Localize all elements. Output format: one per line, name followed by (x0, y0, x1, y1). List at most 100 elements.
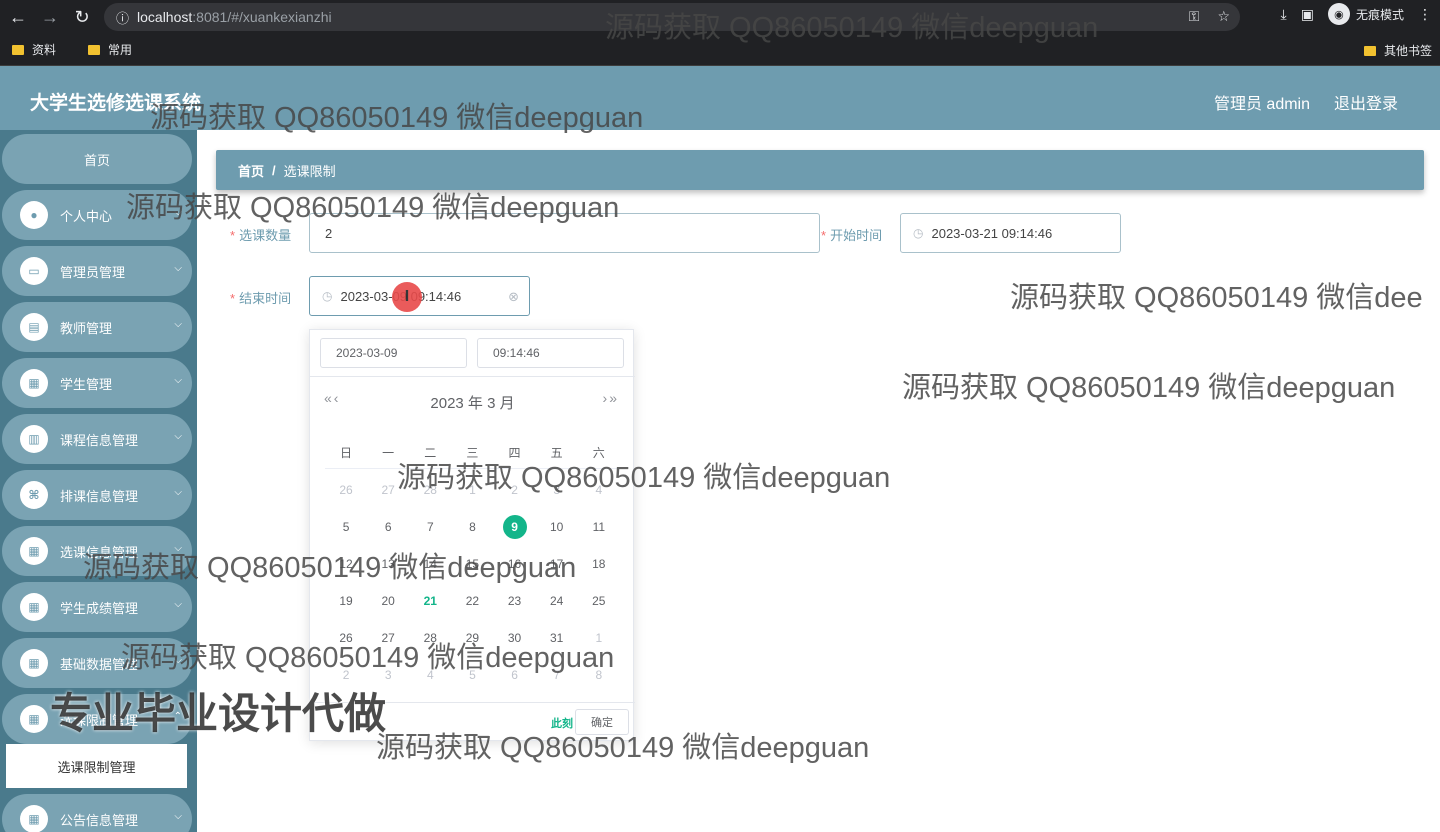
sidebar-item-label: 课程信息管理 (60, 432, 139, 448)
folder-icon (1363, 45, 1376, 56)
calendar-day-today[interactable]: 21 (409, 594, 451, 608)
breadcrumb-current: 选课限制 (283, 163, 336, 179)
calendar-day[interactable]: 6 (367, 520, 409, 534)
calendar-day[interactable]: 19 (325, 594, 367, 608)
count-input[interactable]: 2 (309, 213, 820, 253)
next-month-year-icons[interactable]: ›» (603, 390, 619, 406)
calendar-day[interactable]: 7 (409, 520, 451, 534)
book-icon: ▥ (20, 425, 48, 453)
picker-date-input[interactable]: 2023-03-09 (320, 338, 467, 368)
address-bar[interactable]: ⓘ localhost:8081/#/xuankexianzhi ⚿ ☆ (104, 3, 1240, 31)
bookmark-folder-other[interactable]: 其他书签 (1363, 42, 1432, 59)
calendar-day[interactable]: 28 (409, 483, 451, 497)
picker-month-title[interactable]: 2023 年 3 月 (310, 392, 635, 413)
chevron-down-icon: ⌵ (174, 263, 182, 274)
start-time-value: 2023-03-21 09:14:46 (931, 225, 1053, 241)
calendar-day[interactable]: 27 (367, 483, 409, 497)
sidebar-item-grades[interactable]: ▦ 学生成绩管理 ⌵ (2, 582, 192, 632)
calendar-day[interactable]: 27 (367, 631, 409, 645)
calendar-day[interactable]: 1 (578, 631, 620, 645)
end-time-label: * 结束时间 (230, 291, 292, 306)
chevron-down-icon: ⌵ (174, 375, 182, 386)
sidebar-item-students[interactable]: ▦ 学生管理 ⌵ (2, 358, 192, 408)
confirm-button[interactable]: 确定 (575, 709, 629, 735)
calendar-day[interactable]: 7 (536, 668, 578, 682)
breadcrumb-home[interactable]: 首页 (238, 161, 264, 180)
incognito-indicator[interactable]: ◉ 无痕模式 (1327, 3, 1404, 25)
calendar-day[interactable]: 20 (367, 594, 409, 608)
calendar-day[interactable]: 3 (536, 483, 578, 497)
calendar-day[interactable]: 17 (536, 557, 578, 571)
sidebar-item-label: 学生管理 (60, 376, 113, 392)
calendar-day[interactable]: 25 (578, 594, 620, 608)
sidebar-item-notices[interactable]: ▦ 公告信息管理 ⌵ (2, 794, 192, 832)
forward-icon[interactable]: → (34, 1, 66, 33)
calendar-day-selected[interactable]: 9 (494, 514, 536, 539)
calendar-day[interactable]: 6 (494, 668, 536, 682)
calendar-day[interactable]: 8 (451, 520, 493, 534)
calendar-day[interactable]: 28 (409, 631, 451, 645)
picker-time-input[interactable]: 09:14:46 (477, 338, 624, 368)
calendar-day[interactable]: 2 (494, 483, 536, 497)
calendar-day[interactable]: 23 (494, 594, 536, 608)
bookmark-folder-ziliao[interactable]: 资料 (12, 41, 56, 58)
calendar-day[interactable]: 16 (494, 557, 536, 571)
sidebar-item-label: 个人中心 (60, 208, 113, 224)
calendar-day[interactable]: 11 (578, 520, 620, 534)
now-button[interactable]: 此刻 (551, 715, 573, 731)
calendar-day[interactable]: 29 (451, 631, 493, 645)
sidebar-item-selection[interactable]: ▦ 选课信息管理 ⌵ (2, 526, 192, 576)
calendar-day[interactable]: 1 (451, 483, 493, 497)
calendar-week-row: 26 27 28 1 2 3 4 (325, 471, 620, 508)
back-icon[interactable]: ← (2, 1, 34, 33)
download-icon[interactable]: ⤓ (1281, 6, 1287, 23)
info-icon[interactable]: ⓘ (116, 8, 129, 27)
chevron-down-icon: ⌵ (174, 543, 182, 554)
calendar-day[interactable]: 15 (451, 557, 493, 571)
sidebar-item-home[interactable]: 首页 (2, 134, 192, 184)
sidebar-item-admins[interactable]: ▭ 管理员管理 ⌵ (2, 246, 192, 296)
sidebar-item-teachers[interactable]: ▤ 教师管理 ⌵ (2, 302, 192, 352)
calendar-week-row: 26 27 28 29 30 31 1 (325, 619, 620, 656)
sidebar-item-label: 管理员管理 (60, 264, 126, 280)
bookmark-folder-changyong[interactable]: 常用 (88, 41, 132, 58)
calendar-day[interactable]: 26 (325, 483, 367, 497)
user-icon: ● (20, 201, 48, 229)
calendar-day[interactable]: 22 (451, 594, 493, 608)
sidebar-item-label: 学生成绩管理 (60, 600, 139, 616)
calendar-day[interactable]: 24 (536, 594, 578, 608)
app-header: 大学生选修选课系统 管理员 admin 退出登录 (0, 66, 1440, 130)
calendar-day[interactable]: 26 (325, 631, 367, 645)
calendar-day[interactable]: 18 (578, 557, 620, 571)
reload-icon[interactable]: ↻ (66, 1, 98, 33)
calendar-day[interactable]: 4 (409, 668, 451, 682)
url-text: localhost:8081/#/xuankexianzhi (137, 9, 332, 25)
key-icon[interactable]: ⚿ (1189, 8, 1200, 25)
grid-icon: ▦ (20, 593, 48, 621)
grid-icon: ▦ (20, 537, 48, 565)
clear-icon[interactable]: ⊗ (508, 289, 519, 305)
calendar-day[interactable]: 5 (451, 668, 493, 682)
calendar-day[interactable]: 4 (578, 483, 620, 497)
calendar-day[interactable]: 8 (578, 668, 620, 682)
breadcrumb: 首页 / 选课限制 (216, 150, 1424, 190)
sidebar-item-schedule[interactable]: ⌘ 排课信息管理 ⌵ (2, 470, 192, 520)
calendar-day[interactable]: 14 (409, 557, 451, 571)
sidebar-item-courses[interactable]: ▥ 课程信息管理 ⌵ (2, 414, 192, 464)
calendar-day[interactable]: 12 (325, 557, 367, 571)
calendar-day[interactable]: 31 (536, 631, 578, 645)
calendar-day[interactable]: 5 (325, 520, 367, 534)
calendar-day[interactable]: 10 (536, 520, 578, 534)
menu-icon[interactable]: ⋮ (1418, 6, 1432, 23)
star-icon[interactable]: ☆ (1217, 8, 1230, 25)
breadcrumb-separator: / (272, 162, 276, 178)
logout-link[interactable]: 退出登录 (1334, 90, 1398, 114)
calendar-day[interactable]: 13 (367, 557, 409, 571)
chevron-down-icon: ⌵ (174, 487, 182, 498)
sidebar-item-label: 教师管理 (60, 320, 113, 336)
start-time-input[interactable]: ◷ 2023-03-21 09:14:46 (900, 213, 1121, 253)
sidebar-item-profile[interactable]: ● 个人中心 ⌵ (2, 190, 192, 240)
sidebar-subitem-limits-manage[interactable]: 选课限制管理 (6, 744, 187, 788)
calendar-day[interactable]: 30 (494, 631, 536, 645)
sidepanel-icon[interactable]: ▣ (1301, 6, 1314, 23)
